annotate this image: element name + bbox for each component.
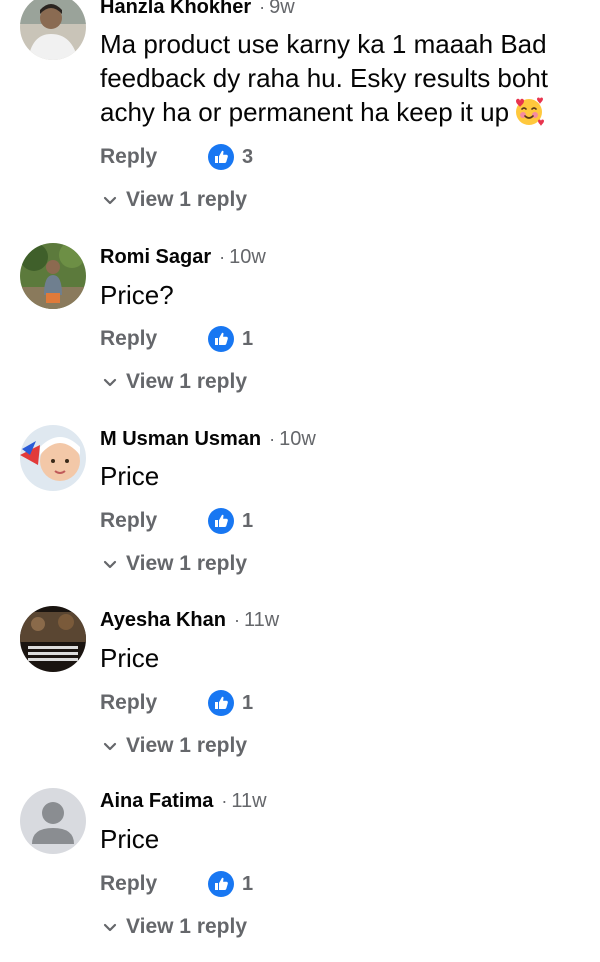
separator-dot: ·: [233, 610, 240, 630]
timestamp[interactable]: 10w: [229, 246, 266, 268]
separator-dot: ·: [269, 429, 276, 449]
like-count: 1: [242, 691, 254, 714]
thumbs-up-icon: [208, 144, 234, 170]
comment-actions: Reply 1: [100, 506, 400, 536]
timestamp[interactable]: 9w: [269, 0, 295, 18]
reply-button[interactable]: Reply: [100, 506, 157, 536]
like-reaction[interactable]: 1: [208, 326, 253, 352]
separator-dot: ·: [219, 247, 226, 267]
like-reaction[interactable]: 1: [208, 508, 253, 534]
comment-header: Ayesha Khan · 11w: [100, 608, 279, 632]
like-count: 1: [242, 872, 254, 895]
chevron-down-icon: [102, 192, 118, 208]
reply-button[interactable]: Reply: [100, 869, 157, 899]
reply-button[interactable]: Reply: [100, 688, 157, 718]
like-count: 3: [242, 145, 254, 168]
comment-header: Aina Fatima · 11w: [100, 789, 267, 813]
avatar[interactable]: [20, 788, 86, 854]
like-reaction[interactable]: 1: [208, 690, 253, 716]
avatar[interactable]: [20, 243, 86, 309]
separator-dot: ·: [221, 791, 228, 811]
comment-text: Price: [100, 824, 160, 854]
comment-actions: Reply 1: [100, 324, 400, 354]
comment-text: Price: [100, 461, 160, 491]
avatar[interactable]: [20, 606, 86, 672]
timestamp[interactable]: 10w: [279, 428, 316, 450]
avatar[interactable]: [20, 0, 86, 60]
author-name[interactable]: Aina Fatima: [100, 790, 213, 812]
timestamp[interactable]: 11w: [231, 790, 266, 812]
like-reaction[interactable]: 3: [208, 144, 253, 170]
view-replies-button[interactable]: View 1 reply: [102, 367, 247, 397]
timestamp[interactable]: 11w: [244, 609, 279, 631]
view-replies-label: View 1 reply: [126, 188, 248, 211]
chevron-down-icon: [102, 738, 118, 754]
comment-actions: Reply 1: [100, 688, 400, 718]
chevron-down-icon: [102, 374, 118, 390]
view-replies-label: View 1 reply: [126, 552, 248, 575]
thumbs-up-icon: [208, 326, 234, 352]
comment-actions: Reply 1: [100, 869, 400, 899]
comment-header: Romi Sagar · 10w: [100, 245, 266, 269]
like-count: 1: [242, 327, 254, 350]
comment-header: Hanzla Khokher · 9w: [100, 0, 295, 19]
comment-actions: Reply 3: [100, 142, 400, 172]
author-name[interactable]: Hanzla Khokher: [100, 0, 251, 18]
comment-text: Price?: [100, 280, 174, 310]
author-name[interactable]: Ayesha Khan: [100, 609, 226, 631]
view-replies-label: View 1 reply: [126, 915, 248, 938]
chevron-down-icon: [102, 556, 118, 572]
separator-dot: ·: [259, 0, 266, 17]
thumbs-up-icon: [208, 871, 234, 897]
avatar[interactable]: [20, 425, 86, 491]
comment-text: Price: [100, 643, 160, 673]
view-replies-button[interactable]: View 1 reply: [102, 185, 247, 215]
comment-text: Ma product use karny ka 1 maaah Bad feed…: [100, 27, 570, 129]
view-replies-button[interactable]: View 1 reply: [102, 549, 247, 579]
view-replies-label: View 1 reply: [126, 370, 248, 393]
smiling-face-with-hearts-icon: [516, 97, 545, 126]
thumbs-up-icon: [208, 508, 234, 534]
view-replies-label: View 1 reply: [126, 734, 248, 757]
chevron-down-icon: [102, 919, 118, 935]
view-replies-button[interactable]: View 1 reply: [102, 912, 247, 942]
author-name[interactable]: M Usman Usman: [100, 428, 261, 450]
like-count: 1: [242, 509, 254, 532]
author-name[interactable]: Romi Sagar: [100, 246, 211, 268]
like-reaction[interactable]: 1: [208, 871, 253, 897]
comment-header: M Usman Usman · 10w: [100, 427, 316, 451]
reply-button[interactable]: Reply: [100, 324, 157, 354]
view-replies-button[interactable]: View 1 reply: [102, 731, 247, 761]
reply-button[interactable]: Reply: [100, 142, 157, 172]
comment-text-content: Ma product use karny ka 1 maaah Bad feed…: [100, 29, 549, 127]
thumbs-up-icon: [208, 690, 234, 716]
